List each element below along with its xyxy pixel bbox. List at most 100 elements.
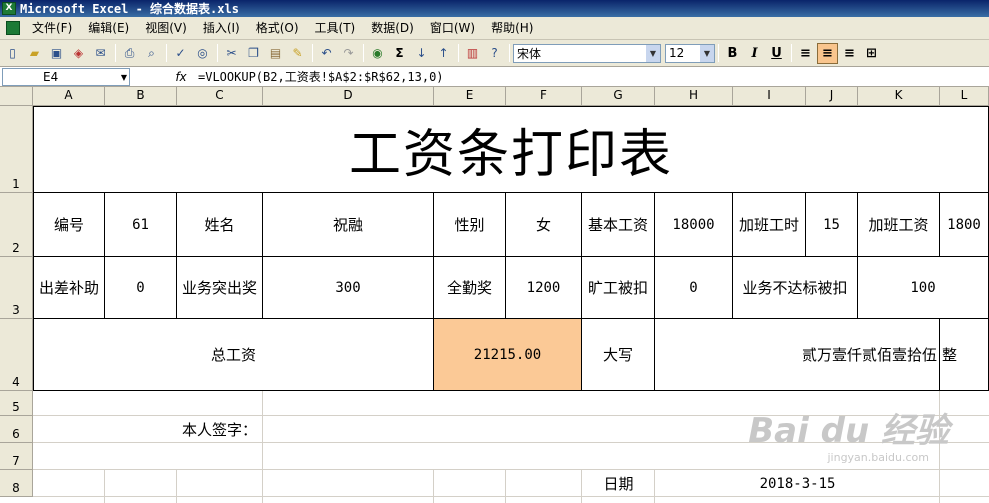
- save-icon[interactable]: ▣: [46, 43, 67, 64]
- cell-a4[interactable]: 总工资: [33, 319, 434, 391]
- print-preview-icon[interactable]: ⌕: [141, 43, 162, 64]
- column-header-f[interactable]: F: [506, 87, 582, 106]
- chevron-down-icon[interactable]: ▼: [646, 44, 660, 62]
- cell-c6[interactable]: 本人签字：: [177, 416, 263, 443]
- column-header-j[interactable]: J: [806, 87, 858, 106]
- align-left-icon[interactable]: ≡: [795, 43, 816, 64]
- underline-button[interactable]: U: [766, 43, 787, 64]
- cell-g4[interactable]: 大写: [582, 319, 655, 391]
- cell-g8[interactable]: 日期: [582, 470, 655, 497]
- help-icon[interactable]: ?: [484, 43, 505, 64]
- menu-edit[interactable]: 编辑(E): [80, 18, 137, 38]
- cell-i2[interactable]: 加班工时: [733, 193, 806, 257]
- align-center-icon[interactable]: ≡: [817, 42, 838, 64]
- sheet-title-cell[interactable]: 工资条打印表: [33, 106, 989, 193]
- column-header-h[interactable]: H: [655, 87, 733, 106]
- row-header-8[interactable]: 8: [0, 470, 33, 497]
- sort-ascending-icon[interactable]: ↓: [411, 43, 432, 64]
- cell-g2[interactable]: 基本工资: [582, 193, 655, 257]
- chevron-down-icon[interactable]: ▼: [700, 44, 714, 62]
- merge-center-icon[interactable]: ⊞: [861, 43, 882, 64]
- row-header-5[interactable]: 5: [0, 391, 33, 416]
- cell-h8[interactable]: 2018-3-15: [655, 470, 940, 497]
- column-header-e[interactable]: E: [434, 87, 506, 106]
- menu-help[interactable]: 帮助(H): [483, 18, 541, 38]
- format-painter-icon[interactable]: ✎: [287, 43, 308, 64]
- cell-k2[interactable]: 加班工资: [858, 193, 940, 257]
- cell-a2[interactable]: 编号: [33, 193, 105, 257]
- italic-button[interactable]: I: [744, 43, 765, 64]
- row-header-7[interactable]: 7: [0, 443, 33, 470]
- redo-icon[interactable]: ↷: [338, 43, 359, 64]
- cell-b2[interactable]: 61: [105, 193, 177, 257]
- row-header-3[interactable]: 3: [0, 257, 33, 319]
- cut-icon[interactable]: ✂: [221, 43, 242, 64]
- cell-g3[interactable]: 旷工被扣: [582, 257, 655, 319]
- font-size-select[interactable]: 12 ▼: [665, 43, 715, 63]
- workbook-icon[interactable]: [2, 18, 24, 38]
- copy-icon[interactable]: ❐: [243, 43, 264, 64]
- row-header-4[interactable]: 4: [0, 319, 33, 391]
- column-header-d[interactable]: D: [263, 87, 434, 106]
- cell-d3[interactable]: 300: [263, 257, 434, 319]
- cell-h2[interactable]: 18000: [655, 193, 733, 257]
- column-header-g[interactable]: G: [582, 87, 655, 106]
- menu-data[interactable]: 数据(D): [363, 18, 422, 38]
- formula-input[interactable]: =VLOOKUP(B2,工资表!$A$2:$R$62,13,0): [196, 68, 989, 86]
- column-header-i[interactable]: I: [733, 87, 806, 106]
- cell-h4[interactable]: 贰万壹仟贰佰壹拾伍: [655, 319, 940, 391]
- name-box[interactable]: E4 ▼: [2, 67, 130, 86]
- select-all-corner[interactable]: [0, 87, 33, 106]
- cell-f2[interactable]: 女: [506, 193, 582, 257]
- print-icon[interactable]: ⎙: [119, 43, 140, 64]
- email-icon[interactable]: ✉: [90, 43, 111, 64]
- spelling-icon[interactable]: ✓: [170, 43, 191, 64]
- column-header-l[interactable]: L: [940, 87, 989, 106]
- baidu-watermark-url: jingyan.baidu.com: [827, 451, 929, 464]
- cell-l4[interactable]: 整: [940, 319, 989, 391]
- column-header-c[interactable]: C: [177, 87, 263, 106]
- hyperlink-icon[interactable]: ◉: [367, 43, 388, 64]
- cell-h3[interactable]: 0: [655, 257, 733, 319]
- cell-c2[interactable]: 姓名: [177, 193, 263, 257]
- new-file-icon[interactable]: ▯: [2, 43, 23, 64]
- menu-insert[interactable]: 插入(I): [195, 18, 248, 38]
- cell-d2[interactable]: 祝融: [263, 193, 434, 257]
- cell-e2[interactable]: 性别: [434, 193, 506, 257]
- cell-j2[interactable]: 15: [806, 193, 858, 257]
- row-header-6[interactable]: 6: [0, 416, 33, 443]
- font-name-select[interactable]: 宋体 ▼: [513, 43, 661, 63]
- column-header-b[interactable]: B: [105, 87, 177, 106]
- cell-e3[interactable]: 全勤奖: [434, 257, 506, 319]
- undo-icon[interactable]: ↶: [316, 43, 337, 64]
- permission-icon[interactable]: ◈: [68, 43, 89, 64]
- menu-tools[interactable]: 工具(T): [307, 18, 364, 38]
- column-header-k[interactable]: K: [858, 87, 940, 106]
- menu-file[interactable]: 文件(F): [24, 18, 80, 38]
- row-header-1[interactable]: 1: [0, 106, 33, 193]
- column-header-a[interactable]: A: [33, 87, 105, 106]
- excel-app-icon[interactable]: X: [2, 2, 16, 15]
- chevron-down-icon[interactable]: ▼: [121, 69, 127, 86]
- chart-wizard-icon[interactable]: ▥: [462, 43, 483, 64]
- cell-i3[interactable]: 业务不达标被扣: [733, 257, 858, 319]
- menu-format[interactable]: 格式(O): [248, 18, 307, 38]
- research-icon[interactable]: ◎: [192, 43, 213, 64]
- cell-l2[interactable]: 1800: [940, 193, 989, 257]
- cell-b3[interactable]: 0: [105, 257, 177, 319]
- cell-k3[interactable]: 100: [858, 257, 989, 319]
- cell-c3[interactable]: 业务突出奖: [177, 257, 263, 319]
- open-folder-icon[interactable]: ▰: [24, 43, 45, 64]
- paste-icon[interactable]: ▤: [265, 43, 286, 64]
- sort-descending-icon[interactable]: ↑: [433, 43, 454, 64]
- cell-a3[interactable]: 出差补助: [33, 257, 105, 319]
- cell-f3[interactable]: 1200: [506, 257, 582, 319]
- cell-e4[interactable]: 21215.00: [434, 319, 582, 391]
- fx-icon[interactable]: fx: [166, 70, 196, 84]
- autosum-icon[interactable]: Σ: [389, 43, 410, 64]
- bold-button[interactable]: B: [722, 43, 743, 64]
- align-right-icon[interactable]: ≡: [839, 43, 860, 64]
- menu-window[interactable]: 窗口(W): [422, 18, 483, 38]
- row-header-2[interactable]: 2: [0, 193, 33, 257]
- menu-view[interactable]: 视图(V): [137, 18, 195, 38]
